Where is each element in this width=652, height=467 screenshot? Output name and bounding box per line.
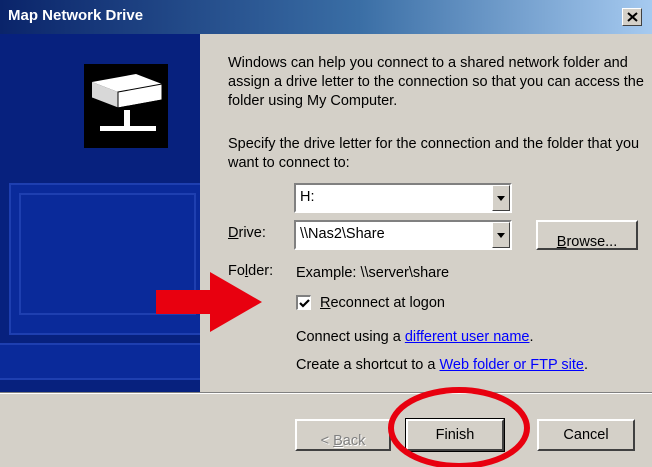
annotation-overlay (156, 272, 530, 467)
map-network-drive-dialog: Map Network Drive Windows can help you c… (0, 0, 652, 467)
red-circle-annotation (388, 387, 530, 467)
red-arrow-annotation (156, 272, 262, 332)
